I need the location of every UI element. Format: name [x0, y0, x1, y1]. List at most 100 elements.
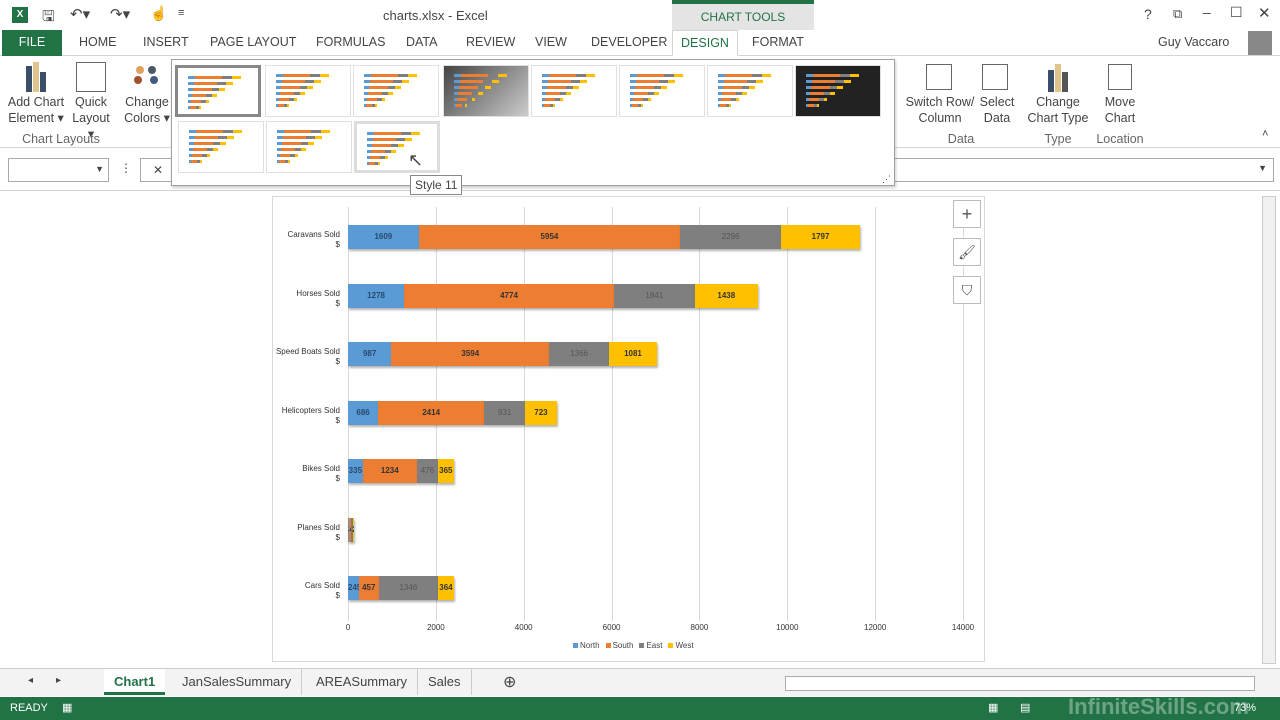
bar-east[interactable]: 476: [416, 459, 438, 483]
horizontal-scrollbar[interactable]: [785, 676, 1255, 691]
sheet-tab-chart1[interactable]: Chart1: [104, 669, 166, 695]
bar-south[interactable]: 5954: [418, 225, 681, 249]
avatar[interactable]: [1248, 31, 1272, 55]
tab-insert[interactable]: INSERT: [135, 30, 197, 56]
thumb-bar: [213, 148, 219, 151]
bar-west[interactable]: 365: [437, 459, 454, 483]
tab-file[interactable]: FILE: [2, 30, 62, 56]
collapse-ribbon-icon[interactable]: ˄: [1262, 128, 1268, 140]
tab-design[interactable]: DESIGN: [672, 30, 738, 56]
bar-east[interactable]: 1346: [378, 576, 438, 600]
bar-east[interactable]: 931: [484, 400, 526, 425]
thumb-bar: [189, 130, 197, 133]
move-chart-button[interactable]: Move Chart: [1096, 60, 1144, 126]
bar-north[interactable]: 1609: [348, 225, 419, 249]
bar-south[interactable]: 4774: [404, 283, 614, 308]
ribbon-display-icon[interactable]: ⧉: [1173, 6, 1182, 22]
page-layout-view-icon[interactable]: ▤: [1020, 697, 1030, 720]
tab-view[interactable]: VIEW: [527, 30, 575, 56]
new-sheet-icon[interactable]: ⊕: [503, 672, 516, 692]
switch-row-column-button[interactable]: Switch Row/Column: [904, 60, 976, 126]
tab-home[interactable]: HOME: [71, 30, 125, 56]
chart-style-10[interactable]: [266, 121, 352, 173]
bar-east[interactable]: 1366: [549, 342, 610, 366]
tab-page-layout[interactable]: PAGE LAYOUT: [202, 30, 304, 56]
save-icon[interactable]: 🖫: [42, 6, 55, 31]
thumb-bar: [559, 98, 564, 101]
select-data-button[interactable]: Select Data: [976, 60, 1018, 126]
chart-style-5[interactable]: [531, 65, 617, 117]
customize-qat-icon[interactable]: ≡: [178, 7, 184, 19]
undo-icon[interactable]: ↶▾: [70, 5, 90, 23]
style-tooltip: Style 11: [410, 175, 463, 195]
close-icon[interactable]: ✕: [1258, 4, 1271, 22]
chart-filters-icon[interactable]: ⛉: [953, 276, 981, 304]
bar-west[interactable]: 1438: [694, 283, 758, 308]
maximize-icon[interactable]: ☐: [1230, 4, 1243, 21]
bar-west[interactable]: 20: [352, 517, 354, 542]
sheet-tab-areasummary[interactable]: AREASummary: [306, 669, 419, 695]
bar-south[interactable]: 1234: [362, 459, 417, 483]
help-icon[interactable]: ?: [1144, 6, 1152, 22]
change-colors-button[interactable]: Change Colors ▾: [122, 60, 172, 126]
bar-north[interactable]: 987: [348, 342, 392, 366]
macro-record-icon[interactable]: ▦: [62, 697, 72, 720]
thumb-bar: [749, 86, 755, 89]
thumb-bar: [658, 80, 668, 83]
sheet-tab-sales[interactable]: Sales: [418, 669, 472, 695]
quick-layout-button[interactable]: Quick Layout ▾: [68, 60, 114, 142]
chart-style-1[interactable]: [175, 65, 261, 117]
bar-north[interactable]: 1278: [348, 283, 405, 308]
chart-elements-button[interactable]: +: [953, 200, 981, 228]
bar-north[interactable]: 335: [348, 459, 363, 483]
user-name[interactable]: Guy Vaccaro: [1150, 30, 1237, 56]
chart-style-9[interactable]: [178, 121, 264, 173]
tab-review[interactable]: REVIEW: [458, 30, 523, 56]
gallery-resize-handle[interactable]: ⋰: [882, 174, 891, 185]
chart-style-2[interactable]: [265, 65, 351, 117]
bar-west[interactable]: 1081: [609, 342, 657, 366]
formula-input[interactable]: ▼: [890, 158, 1274, 182]
category-label: Bikes Sold $: [302, 464, 340, 483]
tab-formulas[interactable]: FORMULAS: [308, 30, 393, 56]
bar-north[interactable]: 686: [348, 400, 379, 425]
bar-west[interactable]: 364: [437, 576, 454, 600]
chart-styles-brush-icon[interactable]: 🖌: [953, 238, 981, 266]
touch-mode-icon[interactable]: ☝: [150, 5, 167, 22]
bar-west[interactable]: 1797: [781, 225, 861, 249]
thumb-bar: [367, 132, 375, 135]
thumb-bar: [741, 86, 750, 89]
bar-west[interactable]: 723: [525, 400, 557, 425]
chart-style-6[interactable]: [619, 65, 705, 117]
add-chart-element-button[interactable]: Add Chart Element ▾: [4, 60, 68, 126]
tab-format[interactable]: FORMAT: [744, 30, 812, 56]
sheet-tab-jansalessummary[interactable]: JanSalesSummary: [172, 669, 303, 695]
thumb-bar: [279, 154, 291, 157]
minimize-icon[interactable]: –: [1203, 4, 1211, 20]
bar-east[interactable]: 1841: [613, 283, 695, 308]
scroll-tabs-right-icon[interactable]: ▸: [56, 675, 61, 686]
change-chart-type-button[interactable]: Change Chart Type: [1026, 60, 1090, 126]
chart-area[interactable]: 0 2000 4000 6000 8000 10000 12000 14000 Caravans…: [272, 196, 985, 662]
chart-style-8[interactable]: [795, 65, 881, 117]
bar-south[interactable]: 3594: [391, 342, 550, 366]
chart-style-3[interactable]: [353, 65, 439, 117]
name-box[interactable]: ▼: [8, 158, 109, 182]
vertical-scrollbar[interactable]: [1262, 196, 1276, 664]
normal-view-icon[interactable]: ▦: [988, 697, 998, 720]
tab-developer[interactable]: DEVELOPER: [583, 30, 675, 56]
bar-south[interactable]: 457: [358, 576, 379, 600]
redo-icon[interactable]: ↷▾: [110, 5, 130, 23]
thumb-bar: [194, 142, 213, 145]
bar-south[interactable]: 2414: [378, 400, 485, 425]
tab-data[interactable]: DATA: [398, 30, 445, 56]
scroll-tabs-left-icon[interactable]: ◂: [28, 675, 33, 686]
thumb-bar: [395, 138, 405, 141]
thumb-bar: [850, 74, 859, 77]
chart-style-7[interactable]: [707, 65, 793, 117]
bar-east[interactable]: 2296: [680, 225, 782, 249]
chart-style-4[interactable]: [443, 65, 529, 117]
bar-north[interactable]: 245: [348, 576, 359, 600]
zoom-level[interactable]: 73%: [1234, 697, 1256, 720]
chart-style-11[interactable]: [354, 121, 440, 173]
